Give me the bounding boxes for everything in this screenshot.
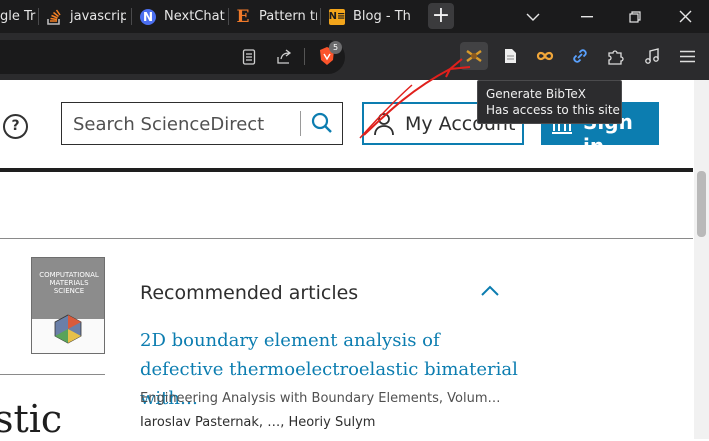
search-divider [300,111,301,136]
stackoverflow-icon [46,9,62,25]
minimize-icon[interactable] [564,0,610,33]
tab-nextchat[interactable]: N NextChat [140,0,226,33]
new-tab-button[interactable]: + [428,3,454,29]
header-divider [0,168,693,172]
nextchat-icon: N [140,8,156,25]
reader-mode-icon[interactable] [237,45,261,69]
article-journal: Engineering Analysis with Boundary Eleme… [140,391,501,406]
menu-icon[interactable] [675,44,699,68]
toolbar-divider [304,48,305,65]
search-icon[interactable] [311,112,333,138]
notion-blog-icon: N≡ [329,8,345,25]
scrollbar-thumb[interactable] [697,171,706,237]
link-icon[interactable] [568,44,592,68]
tab-separator [131,8,132,25]
tab-separator [38,8,39,25]
tab-separator [320,8,321,25]
tab-javascript[interactable]: javascript [46,0,126,33]
tab-search-chevron-icon[interactable] [510,0,556,33]
scrollbar-track[interactable] [694,80,709,439]
close-window-icon[interactable] [662,0,708,33]
tab-separator [228,8,229,25]
recommended-heading: Recommended articles [140,282,359,304]
tab-blog[interactable]: N≡ Blog - Th [329,0,419,33]
article-authors: Iaroslav Pasternak, …, Heoriy Sulym [140,415,376,430]
tooltip-title: Generate BibTeX [486,87,586,101]
cover-hexagon-icon [54,314,82,344]
article-title-fragment: stic [0,397,63,441]
annotation-arrow-icon [359,58,471,139]
infinity-icon[interactable] [533,44,557,68]
tab-label: gle Tr [0,9,36,24]
section-divider [0,238,693,239]
tab-label: javascript [70,9,126,24]
tab-label: Pattern tr [259,9,317,24]
tab-pattern[interactable]: E Pattern tr [235,0,317,33]
tab-label: Blog - Th [353,9,411,24]
restore-icon[interactable] [612,0,658,33]
music-icon[interactable] [640,44,664,68]
tooltip-subtitle: Has access to this site [486,103,620,117]
pattern-e-icon: E [236,6,250,27]
search-placeholder: Search ScienceDirect [73,114,265,135]
extension-tooltip: Generate BibTeX Has access to this site [477,80,622,124]
shield-count-badge: 5 [329,41,342,54]
journal-cover-title: COMPUTATIONAL MATERIALS SCIENCE [39,271,99,295]
help-icon[interactable]: ? [3,114,28,139]
share-icon[interactable] [272,45,296,69]
puzzle-icon[interactable] [603,44,627,68]
tab-label: NextChat [164,9,225,24]
search-input[interactable]: Search ScienceDirect [61,102,343,145]
page-icon[interactable] [498,44,522,68]
collapse-chevron-icon[interactable] [480,283,500,297]
cover-divider [0,374,105,375]
journal-cover[interactable]: COMPUTATIONAL MATERIALS SCIENCE [31,257,105,354]
tab-google[interactable]: gle Tr [0,0,36,33]
